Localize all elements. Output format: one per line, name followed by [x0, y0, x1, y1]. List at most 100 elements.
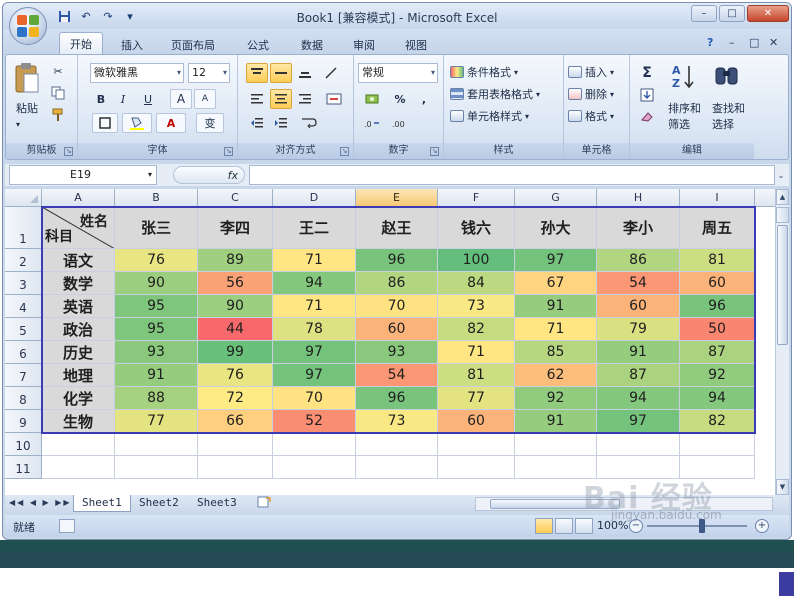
score-cell[interactable]: 82: [680, 410, 755, 433]
tab-formulas[interactable]: 公式: [237, 35, 279, 55]
score-cell[interactable]: 95: [115, 318, 198, 341]
align-left-button[interactable]: [246, 89, 268, 109]
vertical-scroll-thumb[interactable]: [777, 225, 788, 345]
font-color-button[interactable]: A: [156, 113, 186, 133]
office-button[interactable]: [9, 7, 47, 45]
insert-cells-button[interactable]: 插入 ▾: [568, 63, 614, 81]
clear-icon[interactable]: [636, 107, 658, 127]
score-cell[interactable]: 66: [198, 410, 273, 433]
student-header-cell[interactable]: 钱六: [438, 207, 515, 249]
score-cell[interactable]: 96: [356, 249, 438, 272]
empty-cell[interactable]: [597, 433, 680, 456]
page-break-view-button[interactable]: [575, 518, 593, 534]
border-button[interactable]: [92, 113, 118, 133]
vertical-scrollbar[interactable]: ▲ ▼: [775, 189, 789, 495]
empty-cell[interactable]: [438, 456, 515, 479]
minimize-button[interactable]: –: [691, 5, 717, 22]
score-cell[interactable]: 73: [438, 295, 515, 318]
percent-button[interactable]: %: [390, 89, 410, 109]
subject-cell[interactable]: 数学: [42, 272, 115, 295]
score-cell[interactable]: 72: [198, 387, 273, 410]
score-cell[interactable]: 87: [597, 364, 680, 387]
italic-button[interactable]: I: [114, 89, 132, 109]
student-header-cell[interactable]: 李四: [198, 207, 273, 249]
score-cell[interactable]: 96: [680, 295, 755, 318]
sheet-tab-1[interactable]: Sheet1: [73, 495, 131, 512]
column-header-i[interactable]: I: [680, 189, 755, 207]
align-right-button[interactable]: [294, 89, 316, 109]
tab-page-layout[interactable]: 页面布局: [161, 35, 225, 55]
score-cell[interactable]: 70: [356, 295, 438, 318]
score-cell[interactable]: 88: [115, 387, 198, 410]
score-cell[interactable]: 91: [115, 364, 198, 387]
score-cell[interactable]: 76: [115, 249, 198, 272]
score-cell[interactable]: 73: [356, 410, 438, 433]
paste-dropdown-icon[interactable]: ▾: [16, 115, 20, 133]
tab-home[interactable]: 开始: [59, 32, 103, 55]
close-button[interactable]: ✕: [747, 5, 789, 22]
score-cell[interactable]: 89: [198, 249, 273, 272]
score-cell[interactable]: 77: [438, 387, 515, 410]
column-header-f[interactable]: F: [438, 189, 515, 207]
row-header-1[interactable]: 1: [5, 207, 42, 249]
merge-center-button[interactable]: [320, 89, 348, 109]
align-center-button[interactable]: [270, 89, 292, 109]
format-painter-icon[interactable]: [48, 105, 68, 125]
font-name-select[interactable]: 微软雅黑 ▾: [90, 63, 184, 83]
font-size-select[interactable]: 12 ▾: [188, 63, 230, 83]
format-cells-button[interactable]: 格式 ▾: [568, 107, 614, 125]
score-cell[interactable]: 56: [198, 272, 273, 295]
score-cell[interactable]: 60: [356, 318, 438, 341]
score-cell[interactable]: 90: [115, 272, 198, 295]
score-cell[interactable]: 54: [356, 364, 438, 387]
sort-filter-icon[interactable]: AZ: [670, 61, 700, 91]
score-cell[interactable]: 92: [680, 364, 755, 387]
align-top-button[interactable]: [246, 63, 268, 83]
score-cell[interactable]: 99: [198, 341, 273, 364]
student-header-cell[interactable]: 周五: [680, 207, 755, 249]
decrease-decimal-button[interactable]: .00: [388, 113, 412, 133]
subject-cell[interactable]: 历史: [42, 341, 115, 364]
align-middle-button[interactable]: [270, 63, 292, 83]
macro-record-icon[interactable]: [59, 519, 75, 533]
score-cell[interactable]: 71: [515, 318, 597, 341]
empty-cell[interactable]: [115, 456, 198, 479]
format-as-table-button[interactable]: 套用表格格式 ▾: [450, 85, 540, 103]
ribbon-restore-button[interactable]: □: [749, 36, 759, 49]
normal-view-button[interactable]: [535, 518, 553, 534]
column-header-b[interactable]: B: [115, 189, 198, 207]
column-header-d[interactable]: D: [273, 189, 356, 207]
row-header-6[interactable]: 6: [5, 341, 42, 364]
score-cell[interactable]: 60: [597, 295, 680, 318]
sheet-nav-icons[interactable]: ◀◀ ◀ ▶ ▶▶: [9, 498, 72, 507]
empty-cell[interactable]: [198, 433, 273, 456]
subject-cell[interactable]: 地理: [42, 364, 115, 387]
sheet-tab-3[interactable]: Sheet3: [189, 495, 245, 512]
score-cell[interactable]: 91: [597, 341, 680, 364]
underline-button[interactable]: U: [136, 89, 160, 109]
score-cell[interactable]: 87: [680, 341, 755, 364]
shrink-font-button[interactable]: A: [194, 89, 216, 109]
row-header-5[interactable]: 5: [5, 318, 42, 341]
cut-icon[interactable]: ✂: [48, 61, 68, 81]
student-header-cell[interactable]: 张三: [115, 207, 198, 249]
score-cell[interactable]: 92: [515, 387, 597, 410]
score-cell[interactable]: 50: [680, 318, 755, 341]
expand-formula-bar-icon[interactable]: ⌄: [775, 166, 787, 184]
student-header-cell[interactable]: 赵王: [356, 207, 438, 249]
score-cell[interactable]: 71: [273, 249, 356, 272]
score-cell[interactable]: 90: [198, 295, 273, 318]
corner-header-cell[interactable]: 姓名 科目: [42, 207, 115, 249]
page-layout-view-button[interactable]: [555, 518, 573, 534]
column-header-h[interactable]: H: [597, 189, 680, 207]
cell-styles-button[interactable]: 单元格样式 ▾: [450, 107, 529, 125]
conditional-format-button[interactable]: 条件格式 ▾: [450, 63, 518, 81]
row-header-2[interactable]: 2: [5, 249, 42, 272]
score-cell[interactable]: 94: [680, 387, 755, 410]
maximize-button[interactable]: □: [719, 5, 745, 22]
score-cell[interactable]: 71: [273, 295, 356, 318]
row-header-10[interactable]: 10: [5, 433, 42, 456]
row-header-7[interactable]: 7: [5, 364, 42, 387]
row-header-9[interactable]: 9: [5, 410, 42, 433]
subject-cell[interactable]: 生物: [42, 410, 115, 433]
